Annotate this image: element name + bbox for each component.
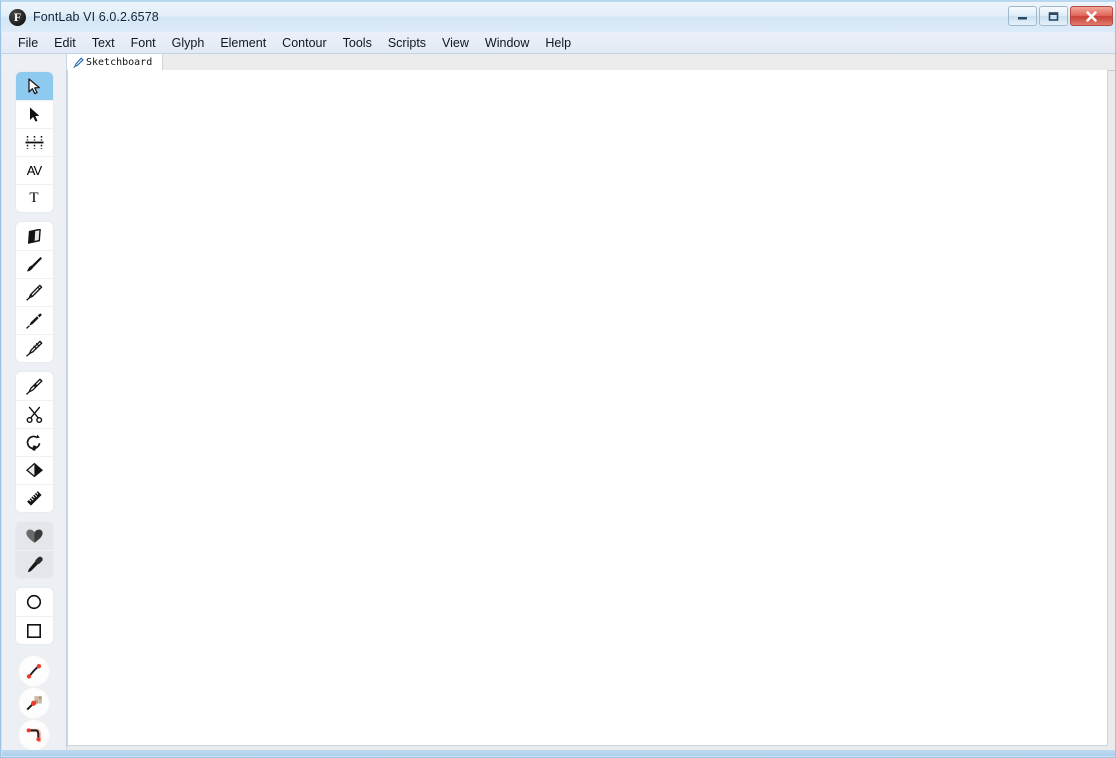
menu-item-element[interactable]: Element xyxy=(212,34,274,52)
menu-bar: File Edit Text Font Glyph Element Contou… xyxy=(2,32,1115,54)
minimize-button[interactable] xyxy=(1008,6,1037,26)
menu-item-window[interactable]: Window xyxy=(477,34,537,52)
menu-item-view[interactable]: View xyxy=(434,34,477,52)
metrics-tool[interactable] xyxy=(15,128,53,156)
text-t-icon: T xyxy=(29,190,39,206)
power-brush-icon xyxy=(25,313,42,329)
rapid-pen-icon xyxy=(25,340,42,357)
eraser-icon xyxy=(27,228,41,244)
close-icon xyxy=(1086,10,1097,22)
pen-nib-icon xyxy=(25,378,42,395)
rectangle-tool[interactable] xyxy=(15,616,53,644)
menu-item-contour[interactable]: Contour xyxy=(274,34,334,52)
paint-bucket-tool[interactable] xyxy=(15,456,53,484)
menu-item-help[interactable]: Help xyxy=(537,34,579,52)
av-kerning-icon: AV xyxy=(26,163,42,178)
metrics-icon xyxy=(25,136,43,149)
window-controls xyxy=(1008,6,1113,26)
pen-tool[interactable] xyxy=(16,372,53,400)
menu-item-tools[interactable]: Tools xyxy=(335,34,380,52)
rectangle-icon xyxy=(26,623,41,638)
node-pin-icon xyxy=(25,695,42,710)
paint-bucket-icon xyxy=(25,462,43,478)
pen-tab-icon xyxy=(73,57,84,68)
text-tool[interactable]: T xyxy=(15,184,53,212)
knife-tool[interactable] xyxy=(15,400,53,428)
corner-tool[interactable] xyxy=(19,720,49,750)
tab-label: Sketchboard xyxy=(86,56,153,68)
cursor-arrow-outline-icon xyxy=(27,77,40,94)
maximize-button[interactable] xyxy=(1039,6,1068,26)
maximize-icon xyxy=(1048,11,1059,21)
measure-tool[interactable] xyxy=(15,484,53,512)
tool-group-helpers xyxy=(15,522,53,578)
tab-sketchboard[interactable]: Sketchboard xyxy=(67,54,164,70)
tool-group-drawing xyxy=(15,222,53,362)
tool-group-primitives xyxy=(15,588,53,644)
edit-arrow-tool[interactable] xyxy=(15,72,53,100)
application-window: F FontLab VI 6.0.2.6578 File Edit Text F… xyxy=(0,0,1116,758)
menu-item-text[interactable]: Text xyxy=(84,34,123,52)
pencil-outline-icon xyxy=(25,284,42,301)
ellipse-tool[interactable] xyxy=(16,588,53,616)
status-bar xyxy=(2,750,1115,756)
sketchboard-canvas[interactable] xyxy=(67,70,1108,746)
scissors-icon xyxy=(26,406,42,424)
brush-tool[interactable] xyxy=(15,250,53,278)
tool-group-nodes xyxy=(16,654,53,752)
ruler-icon xyxy=(26,491,42,506)
corner-curve-icon xyxy=(26,727,41,742)
curve-node-icon xyxy=(26,663,41,679)
eraser-tool[interactable] xyxy=(16,222,53,250)
fill-tool[interactable] xyxy=(15,522,53,550)
eyedropper-tool[interactable] xyxy=(15,550,53,578)
heart-fill-icon xyxy=(25,529,43,543)
menu-item-scripts[interactable]: Scripts xyxy=(380,34,434,52)
window-title: FontLab VI 6.0.2.6578 xyxy=(33,10,159,24)
tool-group-selection: AV T xyxy=(15,72,53,212)
ellipse-icon xyxy=(26,594,42,610)
brush-icon xyxy=(26,257,42,272)
title-bar: F FontLab VI 6.0.2.6578 xyxy=(1,2,1115,32)
rapid-tool[interactable] xyxy=(15,334,53,362)
cursor-arrow-solid-icon xyxy=(29,107,39,122)
add-node-tool[interactable] xyxy=(19,656,49,686)
pencil-tool[interactable] xyxy=(15,278,53,306)
canvas-frame xyxy=(67,70,1115,754)
close-button[interactable] xyxy=(1070,6,1113,26)
menu-item-font[interactable]: Font xyxy=(123,34,164,52)
menu-item-edit[interactable]: Edit xyxy=(46,34,84,52)
fontlab-logo-icon: F xyxy=(9,8,26,26)
rotate-magnet-icon xyxy=(26,434,40,451)
kerning-tool[interactable]: AV xyxy=(15,156,53,184)
minimize-icon xyxy=(1018,17,1027,20)
rotate-tool[interactable] xyxy=(15,428,53,456)
main-body: AV T Sketchboard xyxy=(2,54,1115,754)
tab-strip: Sketchboard xyxy=(67,54,1115,71)
tool-group-edit xyxy=(15,372,53,512)
workspace: Sketchboard xyxy=(67,54,1115,754)
menu-item-glyph[interactable]: Glyph xyxy=(164,34,213,52)
toolbox: AV T xyxy=(2,54,67,754)
menu-item-file[interactable]: File xyxy=(10,34,46,52)
power-brush-tool[interactable] xyxy=(15,306,53,334)
node-type-tool[interactable] xyxy=(19,688,49,718)
select-tool[interactable] xyxy=(15,100,53,128)
eyedropper-icon xyxy=(27,556,43,573)
